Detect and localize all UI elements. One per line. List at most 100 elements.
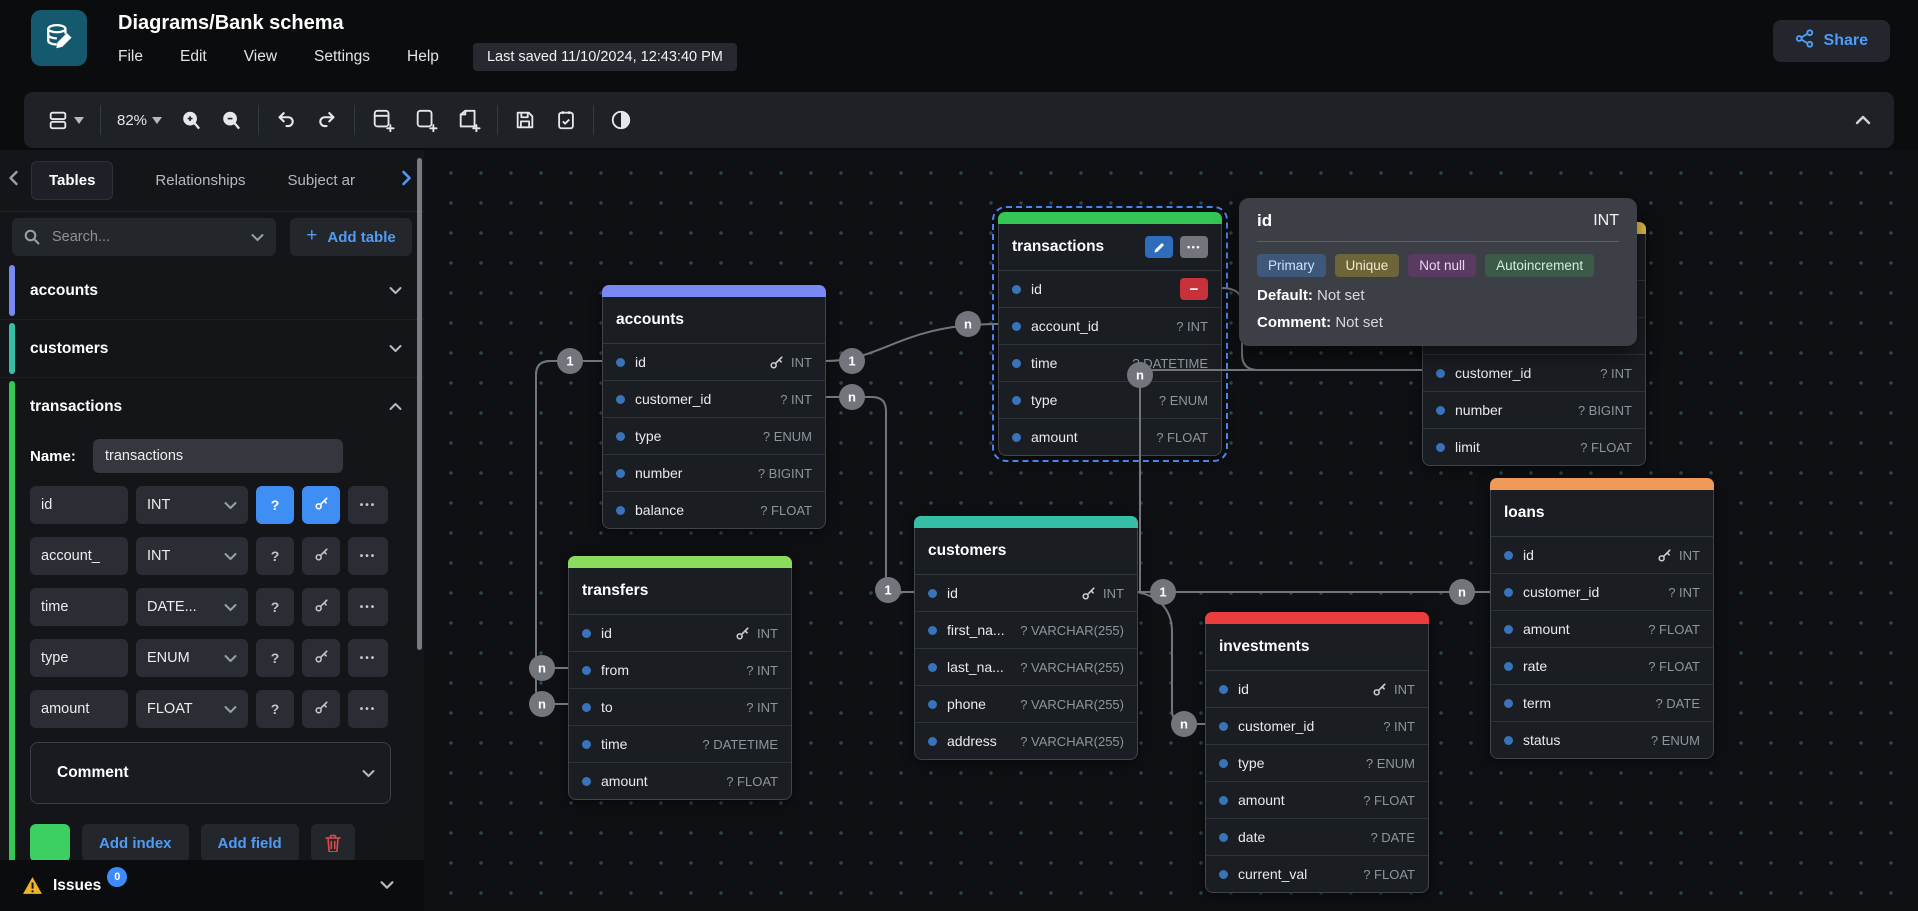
- table-field-row-id[interactable]: id−: [999, 271, 1221, 308]
- table-header[interactable]: loans: [1491, 490, 1713, 537]
- table-header[interactable]: customers: [915, 528, 1137, 575]
- edit-table-button[interactable]: [1145, 236, 1173, 258]
- field-primary-key-toggle[interactable]: [302, 537, 340, 575]
- field-type-select[interactable]: ENUM: [136, 639, 248, 677]
- sidebar-table-item-transactions[interactable]: transactions: [0, 378, 424, 435]
- delete-field-button[interactable]: −: [1180, 278, 1208, 300]
- table-field-row-amount[interactable]: amount? FLOAT: [1206, 782, 1428, 819]
- save-button[interactable]: [511, 106, 539, 134]
- table-field-row-number[interactable]: number? BIGINT: [603, 455, 825, 492]
- issues-chevron-down-icon[interactable]: [380, 877, 394, 895]
- zoom-out-button[interactable]: [218, 107, 245, 134]
- chevron-down-icon[interactable]: [251, 233, 264, 242]
- menu-item-edit[interactable]: Edit: [180, 48, 207, 66]
- table-field-row-limit[interactable]: limit? FLOAT: [1423, 429, 1645, 465]
- table-field-row-customer-id[interactable]: customer_id? INT: [603, 381, 825, 418]
- tab-tables[interactable]: Tables: [31, 161, 113, 200]
- todo-button[interactable]: [552, 106, 580, 134]
- tab-subject-ar[interactable]: Subject ar: [287, 172, 355, 189]
- table-header[interactable]: transfers: [569, 568, 791, 615]
- field-more-button[interactable]: •••: [348, 537, 388, 575]
- undo-button[interactable]: [272, 106, 300, 134]
- field-primary-key-toggle[interactable]: [302, 588, 340, 626]
- diagram-canvas[interactable]: accounts idINT customer_id? INT type? EN…: [424, 150, 1918, 911]
- canvas-table-accounts[interactable]: accounts idINT customer_id? INT type? EN…: [602, 285, 826, 529]
- table-field-row-customer-id[interactable]: customer_id? INT: [1206, 708, 1428, 745]
- delete-table-button[interactable]: [311, 824, 355, 860]
- field-more-button[interactable]: •••: [348, 486, 388, 524]
- comment-collapse[interactable]: Comment: [30, 742, 391, 804]
- table-field-row-id[interactable]: idINT: [603, 344, 825, 381]
- field-more-button[interactable]: •••: [348, 639, 388, 677]
- search-input[interactable]: [50, 228, 241, 246]
- field-type-select[interactable]: INT: [136, 486, 248, 524]
- field-more-button[interactable]: •••: [348, 588, 388, 626]
- field-name-box[interactable]: account_: [30, 537, 128, 575]
- zoom-level-button[interactable]: 82%: [114, 109, 165, 132]
- table-field-row-time[interactable]: time? DATETIME: [569, 726, 791, 763]
- table-field-row-rate[interactable]: rate? FLOAT: [1491, 648, 1713, 685]
- add-note-tool-button[interactable]: [454, 105, 484, 135]
- table-field-row-last-na[interactable]: last_na...? VARCHAR(255): [915, 649, 1137, 686]
- field-nullable-toggle[interactable]: ?: [256, 537, 294, 575]
- table-header[interactable]: investments: [1206, 624, 1428, 671]
- table-field-row-account-id[interactable]: account_id? INT: [999, 308, 1221, 345]
- menu-item-file[interactable]: File: [118, 48, 143, 66]
- field-primary-key-toggle[interactable]: [302, 486, 340, 524]
- redo-button[interactable]: [313, 106, 341, 134]
- table-field-row-phone[interactable]: phone? VARCHAR(255): [915, 686, 1137, 723]
- table-field-row-current-val[interactable]: current_val? FLOAT: [1206, 856, 1428, 892]
- canvas-table-customers[interactable]: customers idINT first_na...? VARCHAR(255…: [914, 516, 1138, 760]
- field-type-select[interactable]: INT: [136, 537, 248, 575]
- field-primary-key-toggle[interactable]: [302, 690, 340, 728]
- collapse-toolbar-chevron-up-icon[interactable]: [1852, 112, 1874, 128]
- add-area-tool-button[interactable]: [411, 105, 441, 135]
- table-more-button[interactable]: •••: [1180, 236, 1208, 258]
- app-logo-database-pencil-icon[interactable]: [31, 10, 87, 66]
- menu-item-view[interactable]: View: [244, 48, 277, 66]
- field-type-select[interactable]: FLOAT: [136, 690, 248, 728]
- table-field-row-from[interactable]: from? INT: [569, 652, 791, 689]
- table-field-row-amount[interactable]: amount? FLOAT: [569, 763, 791, 799]
- table-field-row-type[interactable]: type? ENUM: [999, 382, 1221, 419]
- sidebar-table-item-customers[interactable]: customers: [0, 320, 424, 377]
- table-field-row-id[interactable]: idINT: [915, 575, 1137, 612]
- table-search-box[interactable]: [12, 218, 276, 256]
- table-color-swatch[interactable]: [30, 824, 70, 860]
- add-field-button[interactable]: Add field: [201, 824, 299, 860]
- field-nullable-toggle[interactable]: ?: [256, 639, 294, 677]
- table-field-row-id[interactable]: idINT: [1491, 537, 1713, 574]
- menu-item-settings[interactable]: Settings: [314, 48, 370, 66]
- add-table-tool-button[interactable]: [368, 105, 398, 135]
- tabs-scroll-left-icon[interactable]: [8, 170, 19, 191]
- canvas-table-transactions[interactable]: transactions ••• id− account_id? INT tim…: [998, 212, 1222, 456]
- field-nullable-toggle[interactable]: ?: [256, 690, 294, 728]
- table-field-row-customer-id[interactable]: customer_id? INT: [1491, 574, 1713, 611]
- table-name-input[interactable]: [93, 439, 343, 473]
- table-field-row-first-na[interactable]: first_na...? VARCHAR(255): [915, 612, 1137, 649]
- field-name-box[interactable]: type: [30, 639, 128, 677]
- table-field-row-address[interactable]: address? VARCHAR(255): [915, 723, 1137, 759]
- field-more-button[interactable]: •••: [348, 690, 388, 728]
- share-button[interactable]: Share: [1773, 20, 1890, 62]
- table-field-row-term[interactable]: term? DATE: [1491, 685, 1713, 722]
- table-field-row-type[interactable]: type? ENUM: [1206, 745, 1428, 782]
- tab-relationships[interactable]: Relationships: [155, 172, 245, 189]
- table-header[interactable]: accounts: [603, 297, 825, 344]
- table-field-row-type[interactable]: type? ENUM: [603, 418, 825, 455]
- table-field-row-id[interactable]: idINT: [1206, 671, 1428, 708]
- add-index-button[interactable]: Add index: [82, 824, 189, 860]
- canvas-table-loans[interactable]: loans idINT customer_id? INT amount? FLO…: [1490, 478, 1714, 759]
- sidebar-table-item-accounts[interactable]: accounts: [0, 262, 424, 319]
- table-field-row-amount[interactable]: amount? FLOAT: [999, 419, 1221, 455]
- table-field-row-amount[interactable]: amount? FLOAT: [1491, 611, 1713, 648]
- zoom-in-button[interactable]: [178, 107, 205, 134]
- field-primary-key-toggle[interactable]: [302, 639, 340, 677]
- table-field-row-date[interactable]: date? DATE: [1206, 819, 1428, 856]
- table-field-row-to[interactable]: to? INT: [569, 689, 791, 726]
- field-name-box[interactable]: time: [30, 588, 128, 626]
- menu-item-help[interactable]: Help: [407, 48, 439, 66]
- diagram-layout-button[interactable]: [44, 106, 87, 134]
- field-type-select[interactable]: DATE...: [136, 588, 248, 626]
- field-name-box[interactable]: amount: [30, 690, 128, 728]
